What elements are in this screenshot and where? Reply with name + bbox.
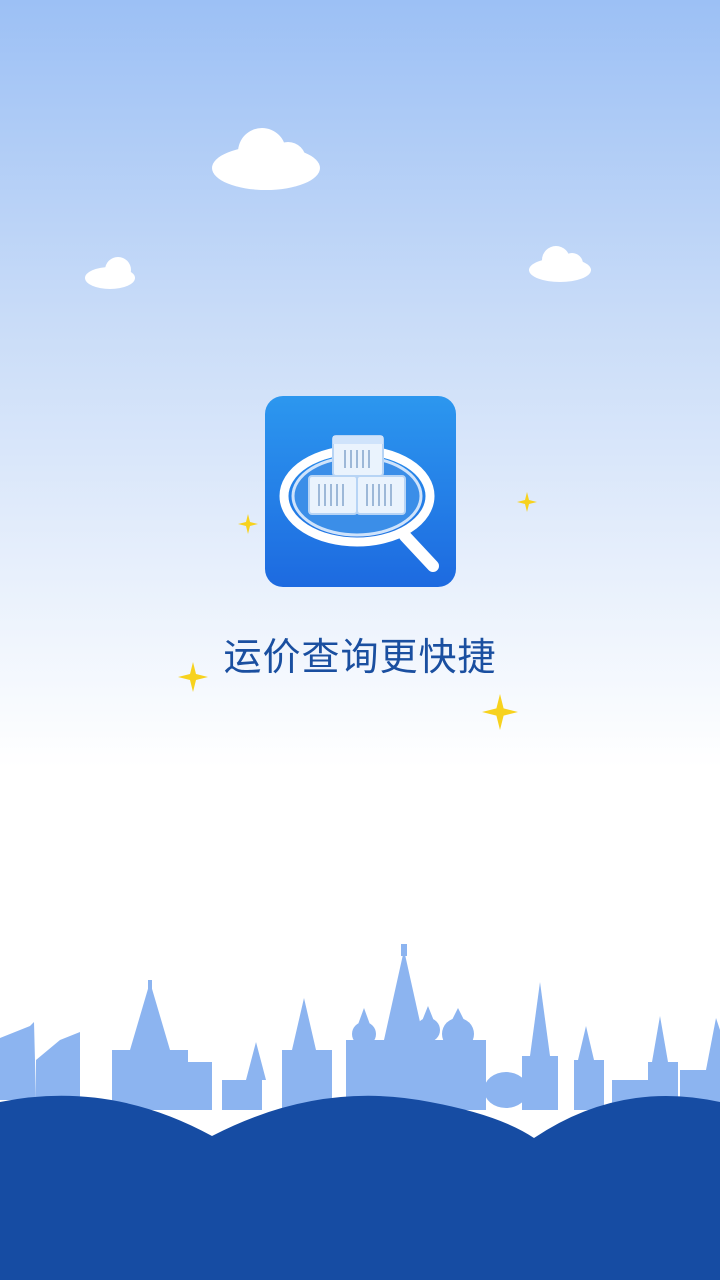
sparkle-icon: [482, 694, 518, 730]
cloud-small-left: [85, 257, 135, 289]
sparkle-icon: [178, 662, 208, 692]
app-logo-icon: [265, 396, 456, 587]
city-skyline-illustration: [0, 944, 720, 1280]
sparkle-icon: [238, 514, 258, 534]
cloud-small-right: [529, 246, 591, 282]
splash-tagline: 运价查询更快捷: [223, 635, 497, 679]
sparkle-icon: [517, 492, 537, 512]
cloud-large: [212, 128, 320, 190]
